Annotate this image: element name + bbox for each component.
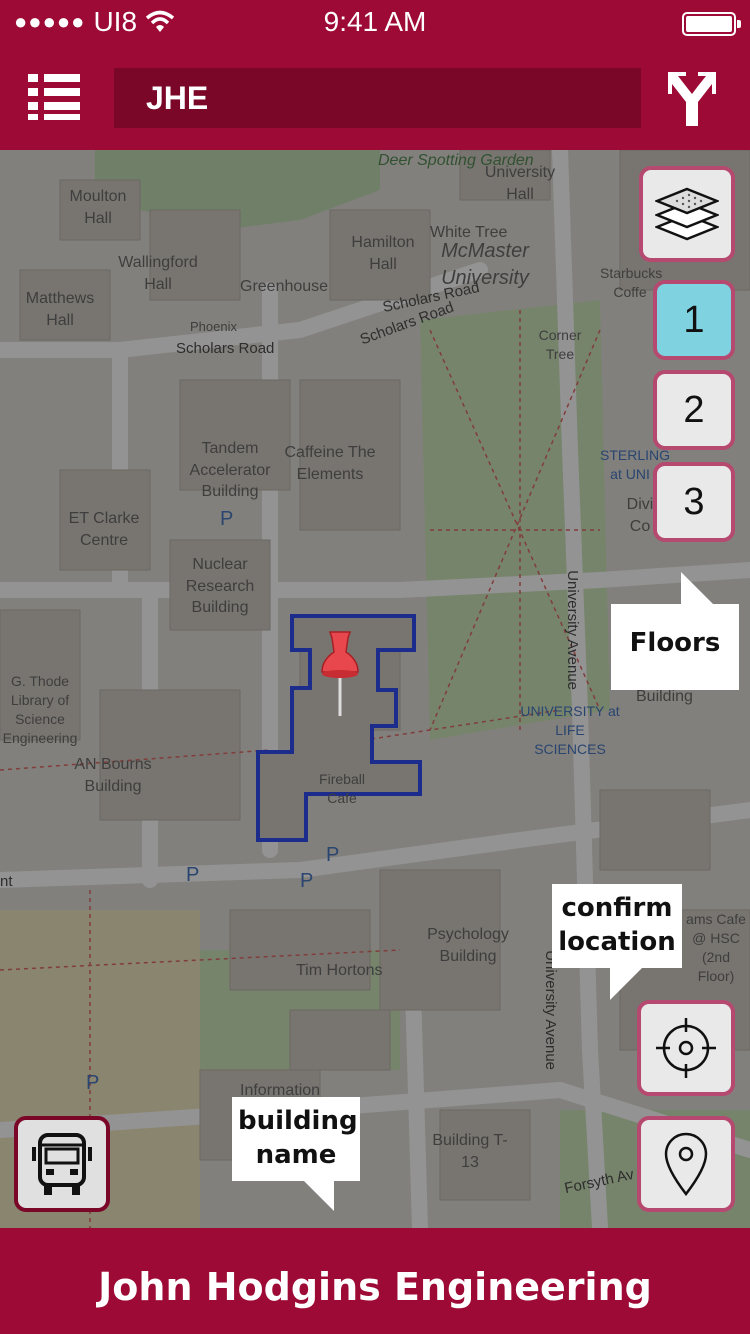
- parking-icon: P: [186, 864, 200, 886]
- map-label-moulton: Moulton Hall: [69, 188, 127, 227]
- map-label-building-t13: Building T-13: [432, 1132, 508, 1171]
- bus-icon: [32, 1133, 92, 1195]
- status-bar: ●●●●● UI8 9:41 AM: [0, 0, 750, 48]
- map-label-matthews: Matthews Hall: [25, 290, 95, 329]
- confirm-location-callout: confirm location: [552, 884, 682, 1000]
- callout-line: confirm: [561, 893, 673, 923]
- map-label-nuclear: Nuclear Research Building: [185, 556, 255, 617]
- map-label-road-fragment: nt: [0, 873, 13, 890]
- map-label-sterling: STERLING at UNI: [600, 447, 671, 482]
- map-label-starbucks: Starbucks Coffe: [600, 265, 663, 300]
- map-label-corner-tree: Corner Tree: [538, 327, 582, 362]
- map-label-thode: G. Thode Library of Science Engineering: [2, 673, 78, 746]
- map-label-university-hall: University Hall: [484, 164, 556, 203]
- map-label-university-ave-2: University Avenue: [542, 950, 560, 1071]
- locate-button[interactable]: [637, 1000, 735, 1096]
- menu-button[interactable]: [28, 72, 82, 122]
- directions-button[interactable]: [668, 68, 718, 126]
- map-label-greenhouse: Greenhouse: [240, 278, 329, 295]
- map-label-psychology: Psychology Building: [427, 926, 509, 965]
- crosshair-icon: [656, 1018, 716, 1078]
- clock: 9:41 AM: [323, 6, 427, 37]
- map-label-univ-life: UNIVERSITY at LIFE SCIENCES: [520, 703, 620, 757]
- map-label-tandem: Tandem Accelerator Building: [189, 440, 271, 501]
- map-label-et-clarke: ET Clarke Centre: [68, 510, 140, 549]
- map-label-scholars-road: Scholars Road: [176, 340, 275, 357]
- map-label-hsc-cafe: ams Cafe @ HSC (2nd Floor): [686, 911, 746, 984]
- building-name-bar[interactable]: John Hodgins Engineering: [0, 1228, 750, 1334]
- map-label-fireball: Fireball Cafe: [319, 771, 365, 806]
- directions-icon: [668, 72, 716, 126]
- building-name: John Hodgins Engineering: [98, 1265, 652, 1309]
- callout-line: building: [238, 1106, 358, 1136]
- floors-callout: Floors: [611, 572, 739, 690]
- layers-button[interactable]: [639, 166, 735, 262]
- parking-icon: P: [326, 844, 340, 866]
- parking-icon: P: [220, 508, 234, 530]
- map-label-hamilton: Hamilton Hall: [351, 234, 415, 273]
- list-icon: [28, 74, 80, 120]
- building-name-callout: building name: [232, 1097, 360, 1211]
- floor-3-button[interactable]: 3: [653, 462, 735, 542]
- callout-line: name: [255, 1139, 337, 1170]
- map-label-wallingford: Wallingford Hall: [118, 254, 198, 293]
- floor-1-button[interactable]: 1: [653, 280, 735, 360]
- drop-pin-button[interactable]: [637, 1116, 735, 1212]
- map-pin-icon: [664, 1132, 708, 1196]
- map-label-phoenix: Phoenix: [190, 319, 237, 334]
- callout-line: location: [558, 926, 676, 957]
- push-pin-icon: [321, 631, 359, 716]
- search-input[interactable]: JHE: [114, 68, 641, 128]
- parking-icon: P: [300, 870, 314, 892]
- map-label-an-bourns: AN Bourns Building: [74, 756, 152, 795]
- battery-icon: [682, 12, 741, 36]
- nav-bar: JHE: [0, 48, 750, 150]
- floor-2-button[interactable]: 2: [653, 370, 735, 450]
- layers-icon: [655, 187, 719, 241]
- parking-icon: P: [86, 1072, 100, 1094]
- map-label-university-ave: University Avenue: [564, 570, 582, 691]
- map-label-tim-hortons: Tim Hortons: [296, 962, 383, 979]
- bus-button[interactable]: [14, 1116, 110, 1212]
- map-label-caffeine: Caffeine The Elements: [284, 444, 376, 483]
